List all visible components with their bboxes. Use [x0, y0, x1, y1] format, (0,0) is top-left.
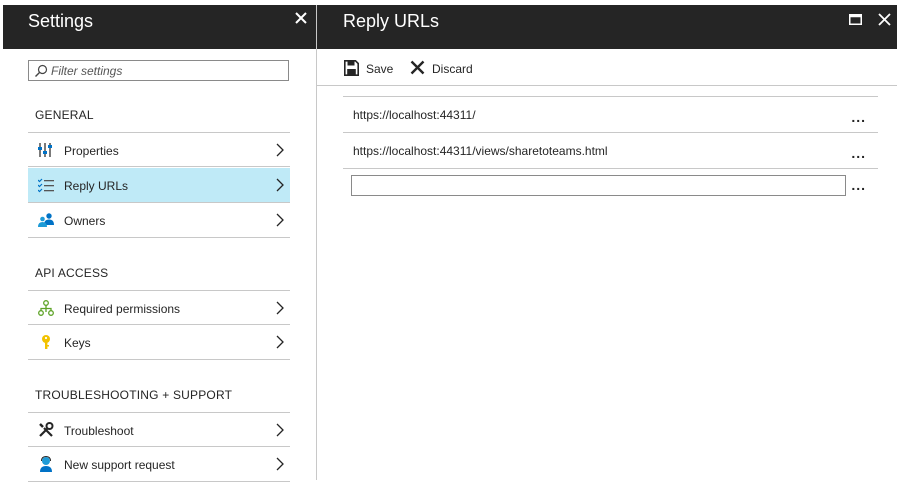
url-row[interactable]: https://localhost:44311/ ...: [343, 96, 878, 132]
save-label: Save: [366, 62, 394, 76]
command-bar: Save Discard: [317, 49, 897, 86]
discard-icon: [410, 60, 425, 75]
section-general: GENERAL: [35, 108, 94, 122]
wrench-icon: [39, 422, 54, 437]
reply-urls-header: Reply URLs: [317, 5, 897, 49]
discard-label: Discard: [432, 62, 473, 76]
reply-urls-blade: Reply URLs Save Discard https://localhos…: [317, 5, 897, 480]
chevron-right-icon: [276, 457, 284, 471]
menu-item-owners[interactable]: Owners: [28, 203, 290, 238]
menu-item-label: New support request: [64, 458, 175, 472]
menu-item-keys[interactable]: Keys: [28, 325, 290, 360]
maximize-icon[interactable]: [849, 14, 862, 25]
reply-url-value: https://localhost:44311/views/sharetotea…: [353, 144, 608, 158]
save-button[interactable]: Save: [344, 60, 394, 76]
settings-title: Settings: [28, 11, 94, 31]
chevron-right-icon: [276, 423, 284, 437]
chevron-right-icon: [276, 301, 284, 315]
section-troubleshooting-support: TROUBLESHOOTING + SUPPORT: [35, 388, 233, 402]
chevron-right-icon: [276, 143, 284, 157]
chevron-right-icon: [276, 178, 284, 192]
chevron-right-icon: [276, 213, 284, 227]
permissions-tree-icon: [38, 300, 54, 316]
new-reply-url-input[interactable]: [351, 175, 846, 196]
menu-item-label: Required permissions: [64, 302, 181, 316]
chevron-right-icon: [276, 335, 284, 349]
save-icon: [344, 60, 359, 76]
settings-blade: Settings GENERAL Properties: [3, 5, 317, 482]
filter-settings-box: [28, 60, 289, 81]
menu-item-required-permissions[interactable]: Required permissions: [28, 290, 290, 325]
url-row[interactable]: https://localhost:44311/views/sharetotea…: [343, 132, 878, 168]
new-url-row: ...: [343, 168, 878, 199]
filter-settings-input[interactable]: [51, 62, 281, 79]
menu-item-troubleshoot[interactable]: Troubleshoot: [28, 412, 290, 447]
list-check-icon: [38, 178, 54, 193]
more-options-button[interactable]: ...: [851, 109, 866, 125]
menu-item-label: Troubleshoot: [64, 424, 134, 438]
menu-item-reply-urls[interactable]: Reply URLs: [28, 168, 290, 203]
menu-item-properties[interactable]: Properties: [28, 132, 290, 167]
menu-item-label: Keys: [64, 336, 91, 350]
menu-item-label: Reply URLs: [64, 179, 129, 193]
properties-icon: [38, 143, 52, 157]
key-icon: [42, 335, 50, 349]
more-options-button[interactable]: ...: [851, 177, 866, 193]
settings-header: Settings: [3, 5, 316, 49]
more-options-button[interactable]: ...: [851, 145, 866, 161]
discard-button[interactable]: Discard: [410, 60, 475, 76]
search-icon: [35, 64, 48, 77]
menu-item-label: Owners: [64, 214, 106, 228]
reply-url-list: https://localhost:44311/ ... https://loc…: [343, 96, 878, 199]
reply-urls-title: Reply URLs: [343, 11, 440, 31]
people-icon: [38, 213, 54, 227]
menu-item-new-support-request[interactable]: New support request: [28, 447, 290, 482]
menu-item-label: Properties: [64, 144, 119, 158]
close-icon[interactable]: [878, 13, 891, 26]
close-icon[interactable]: [294, 11, 308, 25]
support-person-icon: [40, 456, 52, 472]
section-api-access: API ACCESS: [35, 266, 109, 280]
reply-url-value: https://localhost:44311/: [353, 108, 476, 122]
